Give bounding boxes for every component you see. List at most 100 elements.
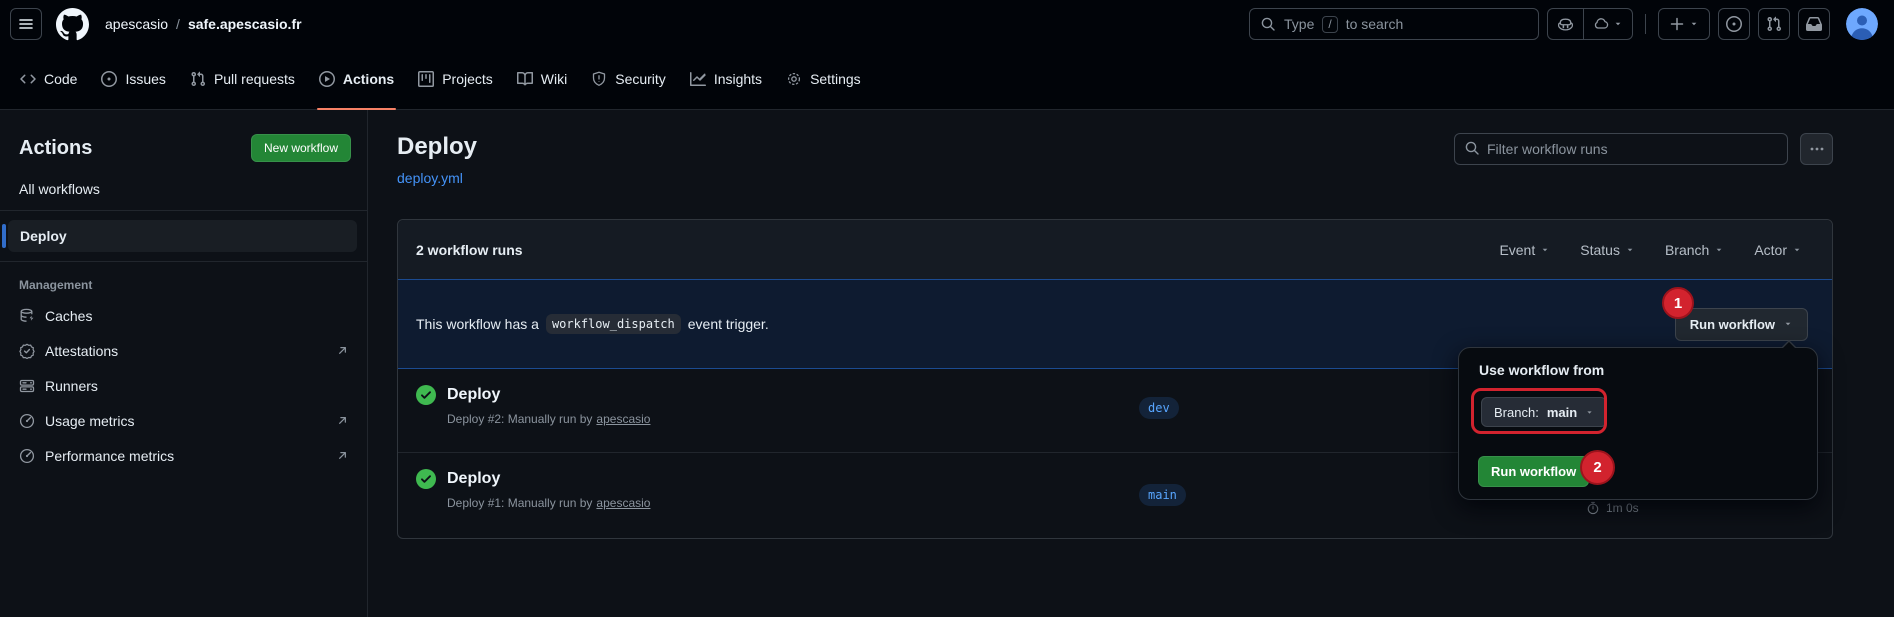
verified-icon bbox=[19, 343, 35, 359]
top-header: apescasio / safe.apescasio.fr Type / to … bbox=[0, 0, 1894, 48]
check-circle-icon bbox=[416, 385, 436, 405]
tab-label: Projects bbox=[442, 70, 493, 87]
chevron-down-icon bbox=[1783, 319, 1793, 329]
inbox-button[interactable] bbox=[1798, 8, 1830, 40]
hamburger-menu-button[interactable] bbox=[10, 8, 42, 40]
filter-label: Event bbox=[1499, 241, 1536, 258]
meter-icon bbox=[19, 448, 35, 464]
branch-badge[interactable]: main bbox=[1139, 484, 1186, 506]
sidebar-item-performance-metrics[interactable]: Performance metrics bbox=[0, 438, 367, 473]
tab-wiki[interactable]: Wiki bbox=[505, 48, 579, 109]
run-subtitle: Deploy #1: Manually run by apescasio bbox=[447, 496, 650, 510]
actor-filter-dropdown[interactable]: Actor bbox=[1754, 242, 1802, 258]
stopwatch-icon bbox=[1586, 501, 1600, 515]
run-actor-link[interactable]: apescasio bbox=[596, 412, 650, 426]
create-new-button[interactable] bbox=[1658, 8, 1710, 40]
project-icon bbox=[418, 70, 435, 87]
tab-issues[interactable]: Issues bbox=[89, 48, 177, 109]
run-info: Deploy Deploy #2: Manually run by apesca… bbox=[447, 384, 650, 426]
server-icon bbox=[19, 378, 35, 394]
tab-security[interactable]: Security bbox=[579, 48, 678, 109]
chevron-down-icon bbox=[1585, 408, 1594, 417]
copilot-dropdown-button[interactable] bbox=[1583, 9, 1632, 39]
run-subtitle: Deploy #2: Manually run by apescasio bbox=[447, 412, 650, 426]
database-icon bbox=[19, 308, 35, 324]
tab-code[interactable]: Code bbox=[8, 48, 89, 109]
sidebar-item-label: Usage metrics bbox=[45, 412, 135, 429]
tab-settings[interactable]: Settings bbox=[774, 48, 873, 109]
banner-text: This workflow has a workflow_dispatch ev… bbox=[416, 314, 769, 334]
search-placeholder-suffix: to search bbox=[1345, 16, 1404, 32]
branch-selector-dropdown[interactable]: Branch: main bbox=[1481, 397, 1608, 427]
pull-requests-button[interactable] bbox=[1758, 8, 1790, 40]
page-title: Deploy bbox=[397, 133, 478, 160]
banner-text-before: This workflow has a bbox=[416, 316, 539, 332]
gear-icon bbox=[786, 71, 802, 87]
filter-label: Branch bbox=[1664, 241, 1710, 258]
sidebar-item-deploy-selected[interactable]: Deploy bbox=[2, 220, 357, 252]
sidebar-item-attestations[interactable]: Attestations bbox=[0, 333, 367, 368]
filter-workflow-runs-input[interactable] bbox=[1454, 133, 1788, 165]
run-workflow-submit-button[interactable]: Run workflow bbox=[1478, 456, 1590, 487]
sidebar-item-runners[interactable]: Runners bbox=[0, 368, 367, 403]
runs-table-header: 2 workflow runs Event Status Branch Acto… bbox=[398, 220, 1832, 280]
annotation-step-1: 1 bbox=[1662, 287, 1694, 319]
annotation-step-2: 2 bbox=[1580, 450, 1615, 485]
runs-filters: Event Status Branch Actor bbox=[1499, 242, 1802, 258]
code-icon bbox=[20, 71, 36, 87]
github-mark-icon bbox=[56, 7, 89, 41]
tab-projects[interactable]: Projects bbox=[406, 48, 505, 109]
copilot-button[interactable] bbox=[1548, 9, 1583, 39]
graph-icon bbox=[689, 71, 706, 87]
tab-actions[interactable]: Actions bbox=[307, 48, 406, 110]
tab-label: Actions bbox=[342, 70, 395, 87]
workflow-file-link[interactable]: deploy.yml bbox=[397, 170, 463, 186]
plus-icon bbox=[1669, 16, 1685, 32]
run-info: Deploy Deploy #1: Manually run by apesca… bbox=[447, 468, 650, 510]
issues-button[interactable] bbox=[1718, 8, 1750, 40]
event-filter-dropdown[interactable]: Event bbox=[1499, 242, 1550, 258]
chevron-down-icon bbox=[1613, 19, 1623, 29]
status-filter-dropdown[interactable]: Status bbox=[1580, 242, 1635, 258]
chevron-down-icon bbox=[1540, 245, 1550, 255]
copilot-icon bbox=[1557, 16, 1574, 33]
copilot-split-button bbox=[1547, 8, 1633, 40]
repo-nav: Code Issues Pull requests Actions Projec… bbox=[0, 48, 1894, 110]
breadcrumb-owner[interactable]: apescasio bbox=[105, 16, 168, 32]
run-workflow-label: Run workflow bbox=[1689, 316, 1775, 332]
chevron-down-icon bbox=[1625, 245, 1635, 255]
branch-filter-dropdown[interactable]: Branch bbox=[1665, 242, 1724, 258]
avatar[interactable] bbox=[1846, 8, 1878, 40]
run-workflow-dropdown-button[interactable]: Run workflow bbox=[1674, 307, 1808, 341]
issue-opened-icon bbox=[1726, 16, 1742, 32]
sidebar-item-caches[interactable]: Caches bbox=[0, 298, 367, 333]
header-actions: Type / to search bbox=[1249, 8, 1878, 40]
search-placeholder-prefix: Type bbox=[1284, 16, 1315, 32]
slash-key-hint: / bbox=[1322, 15, 1338, 33]
run-title-link[interactable]: Deploy bbox=[447, 384, 650, 405]
sidebar-item-usage-metrics[interactable]: Usage metrics bbox=[0, 403, 367, 438]
run-description: Deploy #2: Manually run by bbox=[447, 412, 593, 426]
global-search-input[interactable]: Type / to search bbox=[1249, 8, 1539, 40]
sidebar-item-all-workflows[interactable]: All workflows bbox=[0, 172, 367, 210]
play-icon bbox=[318, 70, 335, 87]
tab-label: Insights bbox=[713, 70, 763, 87]
sidebar-divider bbox=[0, 210, 367, 211]
run-actor-link[interactable]: apescasio bbox=[596, 496, 650, 510]
new-workflow-button[interactable]: New workflow bbox=[250, 134, 351, 162]
panel-caret bbox=[1781, 340, 1797, 349]
tab-label: Security bbox=[615, 70, 666, 87]
run-title-link[interactable]: Deploy bbox=[447, 468, 650, 489]
kebab-horizontal-icon bbox=[1809, 141, 1825, 157]
tab-insights[interactable]: Insights bbox=[678, 48, 774, 109]
chevron-down-icon bbox=[1792, 245, 1802, 255]
github-logo[interactable] bbox=[56, 7, 89, 41]
tab-pull-requests[interactable]: Pull requests bbox=[178, 48, 307, 109]
branch-badge[interactable]: dev bbox=[1139, 397, 1179, 419]
breadcrumb-repo[interactable]: safe.apescasio.fr bbox=[188, 16, 302, 32]
hamburger-icon bbox=[18, 16, 34, 32]
workflow-options-button[interactable] bbox=[1800, 133, 1833, 165]
sidebar-item-label: Attestations bbox=[45, 342, 119, 359]
shield-icon bbox=[591, 71, 607, 87]
git-pull-request-icon bbox=[1766, 16, 1782, 32]
